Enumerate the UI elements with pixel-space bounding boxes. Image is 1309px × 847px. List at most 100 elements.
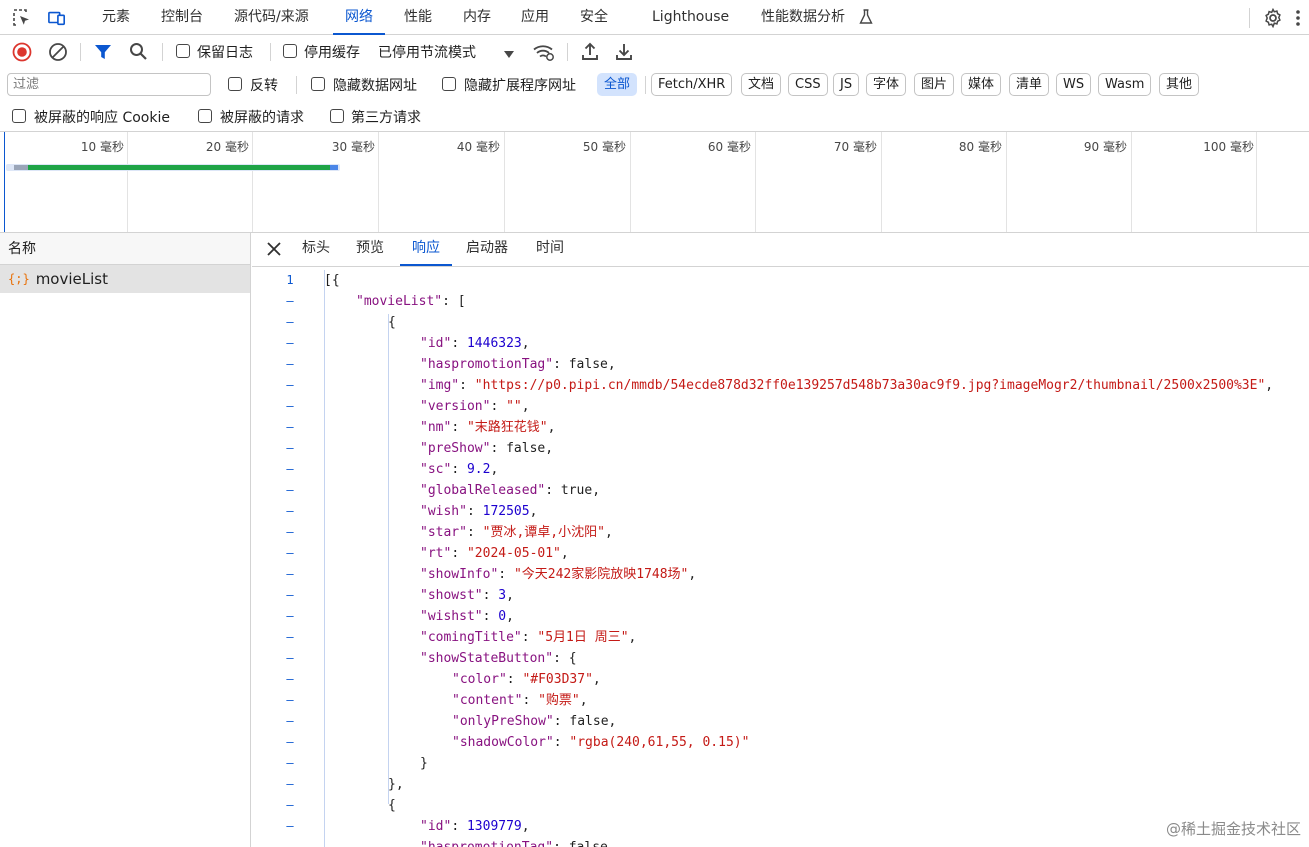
type-filter-font[interactable]: 字体 bbox=[866, 73, 907, 96]
hide-extension-urls-checkbox[interactable] bbox=[442, 77, 456, 91]
line-number: – bbox=[286, 819, 294, 833]
waterfall-bar-queue bbox=[14, 165, 28, 170]
type-filter-other[interactable]: 其他 bbox=[1159, 73, 1200, 96]
filter-input[interactable]: 过滤 bbox=[7, 73, 211, 96]
invert-label: 反转 bbox=[250, 78, 278, 94]
code-text: "shadowColor": "rgba(240,61,55, 0.15)" bbox=[452, 732, 749, 753]
import-har-icon[interactable] bbox=[581, 42, 599, 65]
disable-cache-checkbox[interactable] bbox=[283, 44, 297, 58]
request-row[interactable]: {;} movieList bbox=[0, 265, 250, 293]
tab-lighthouse[interactable]: Lighthouse bbox=[652, 0, 729, 34]
code-punct: , bbox=[592, 672, 601, 687]
tab-initiator[interactable]: 启动器 bbox=[466, 233, 508, 266]
code-punct: , bbox=[521, 819, 530, 834]
gear-icon[interactable] bbox=[1263, 7, 1283, 32]
code-punct: , bbox=[490, 462, 499, 477]
line-number: – bbox=[286, 504, 294, 518]
type-filter-wasm[interactable]: Wasm bbox=[1098, 73, 1152, 96]
tab-application[interactable]: 应用 bbox=[521, 0, 549, 34]
blocked-cookies-checkbox[interactable] bbox=[12, 109, 26, 123]
type-filter-media[interactable]: 媒体 bbox=[961, 73, 1002, 96]
line-number: – bbox=[286, 336, 294, 350]
dropdown-arrow-icon[interactable] bbox=[504, 47, 514, 63]
json-key: "id" bbox=[420, 819, 452, 834]
line-number: – bbox=[286, 798, 294, 812]
line-number: – bbox=[286, 399, 294, 413]
third-party-checkbox[interactable] bbox=[330, 109, 344, 123]
clear-icon[interactable] bbox=[48, 42, 68, 66]
code-line: – "nm": "末路狂花钱", bbox=[252, 417, 1309, 438]
code-punct: : [ bbox=[442, 294, 466, 309]
network-conditions-icon[interactable] bbox=[533, 42, 555, 66]
code-text: }, bbox=[388, 774, 404, 795]
tab-headers[interactable]: 标头 bbox=[302, 233, 330, 266]
tab-elements[interactable]: 元素 bbox=[102, 0, 130, 34]
code-punct: , bbox=[688, 567, 697, 582]
line-number: – bbox=[286, 693, 294, 707]
type-filter-fetch-xhr[interactable]: Fetch/XHR bbox=[651, 73, 733, 96]
code-line: – "wishst": 0, bbox=[252, 606, 1309, 627]
timeline-gridline bbox=[755, 132, 756, 232]
code-line: – "sc": 9.2, bbox=[252, 459, 1309, 480]
preserve-log-checkbox[interactable] bbox=[176, 44, 190, 58]
export-har-icon[interactable] bbox=[615, 42, 633, 65]
code-text: { bbox=[388, 795, 396, 816]
code-punct: : bbox=[451, 462, 467, 477]
type-filter-manifest[interactable]: 清单 bbox=[1009, 73, 1050, 96]
blocked-requests-label: 被屏蔽的请求 bbox=[220, 110, 304, 126]
json-number: 0 bbox=[498, 609, 507, 624]
more-vert-icon[interactable] bbox=[1295, 8, 1301, 32]
inspect-element-icon[interactable] bbox=[13, 9, 31, 27]
tab-memory[interactable]: 内存 bbox=[463, 0, 491, 34]
code-punct: : bbox=[451, 546, 467, 561]
tab-performance[interactable]: 性能 bbox=[404, 0, 432, 34]
tab-network[interactable]: 网络 bbox=[333, 0, 385, 35]
json-key: "shadowColor" bbox=[452, 735, 554, 750]
code-text: "movieList": [ bbox=[356, 291, 466, 312]
type-filter-img[interactable]: 图片 bbox=[914, 73, 955, 96]
network-overview-timeline[interactable]: 10 毫秒 20 毫秒 30 毫秒 40 毫秒 50 毫秒 60 毫秒 70 毫… bbox=[0, 131, 1309, 233]
json-literal: false bbox=[506, 441, 546, 456]
type-filter-js[interactable]: JS bbox=[833, 73, 860, 96]
code-line: – "comingTitle": "5月1日 周三", bbox=[252, 627, 1309, 648]
tab-performance-insights[interactable]: 性能数据分析 bbox=[761, 0, 845, 34]
name-column-header[interactable]: 名称 bbox=[0, 233, 250, 265]
code-line: – "content": "购票", bbox=[252, 690, 1309, 711]
tab-sources[interactable]: 源代码/来源 bbox=[234, 0, 309, 34]
filter-icon[interactable] bbox=[94, 43, 112, 65]
code-text: "nm": "末路狂花钱", bbox=[420, 417, 555, 438]
timeline-tick-label: 70 毫秒 bbox=[833, 140, 877, 154]
close-icon[interactable] bbox=[266, 241, 282, 261]
code-punct: : bbox=[553, 840, 569, 847]
timeline-gridline bbox=[1006, 132, 1007, 232]
type-filter-ws[interactable]: WS bbox=[1056, 73, 1092, 96]
json-key: "id" bbox=[420, 336, 452, 351]
type-filter-all[interactable]: 全部 bbox=[597, 73, 638, 96]
search-icon[interactable] bbox=[129, 42, 148, 65]
type-filter-doc[interactable]: 文档 bbox=[741, 73, 782, 96]
tab-console[interactable]: 控制台 bbox=[161, 0, 203, 34]
code-text: "comingTitle": "5月1日 周三", bbox=[420, 627, 636, 648]
code-text: } bbox=[420, 753, 428, 774]
json-key: "star" bbox=[420, 525, 467, 540]
device-toolbar-icon[interactable] bbox=[48, 9, 66, 27]
tab-timing[interactable]: 时间 bbox=[536, 233, 564, 266]
code-line: – "haspromotionTag": false, bbox=[252, 837, 1309, 847]
invert-checkbox[interactable] bbox=[228, 77, 242, 91]
tab-preview[interactable]: 预览 bbox=[356, 233, 384, 266]
code-punct: , bbox=[607, 357, 616, 372]
json-key: "color" bbox=[452, 672, 507, 687]
response-code-view[interactable]: 1[{– "movieList": [–{– "id": 1446323, – "has… bbox=[252, 270, 1309, 847]
type-filter-css[interactable]: CSS bbox=[788, 73, 828, 96]
code-punct: , bbox=[529, 504, 538, 519]
code-line: – "id": 1309779, bbox=[252, 816, 1309, 837]
line-number: – bbox=[286, 357, 294, 371]
tab-response[interactable]: 响应 bbox=[400, 233, 452, 266]
throttling-select[interactable]: 已停用节流模式 bbox=[378, 42, 476, 62]
hide-data-urls-checkbox[interactable] bbox=[311, 77, 325, 91]
blocked-requests-checkbox[interactable] bbox=[198, 109, 212, 123]
record-stop-icon[interactable] bbox=[12, 42, 32, 66]
tab-security[interactable]: 安全 bbox=[580, 0, 608, 34]
json-key: "preShow" bbox=[420, 441, 491, 456]
json-number: 172505 bbox=[482, 504, 530, 519]
